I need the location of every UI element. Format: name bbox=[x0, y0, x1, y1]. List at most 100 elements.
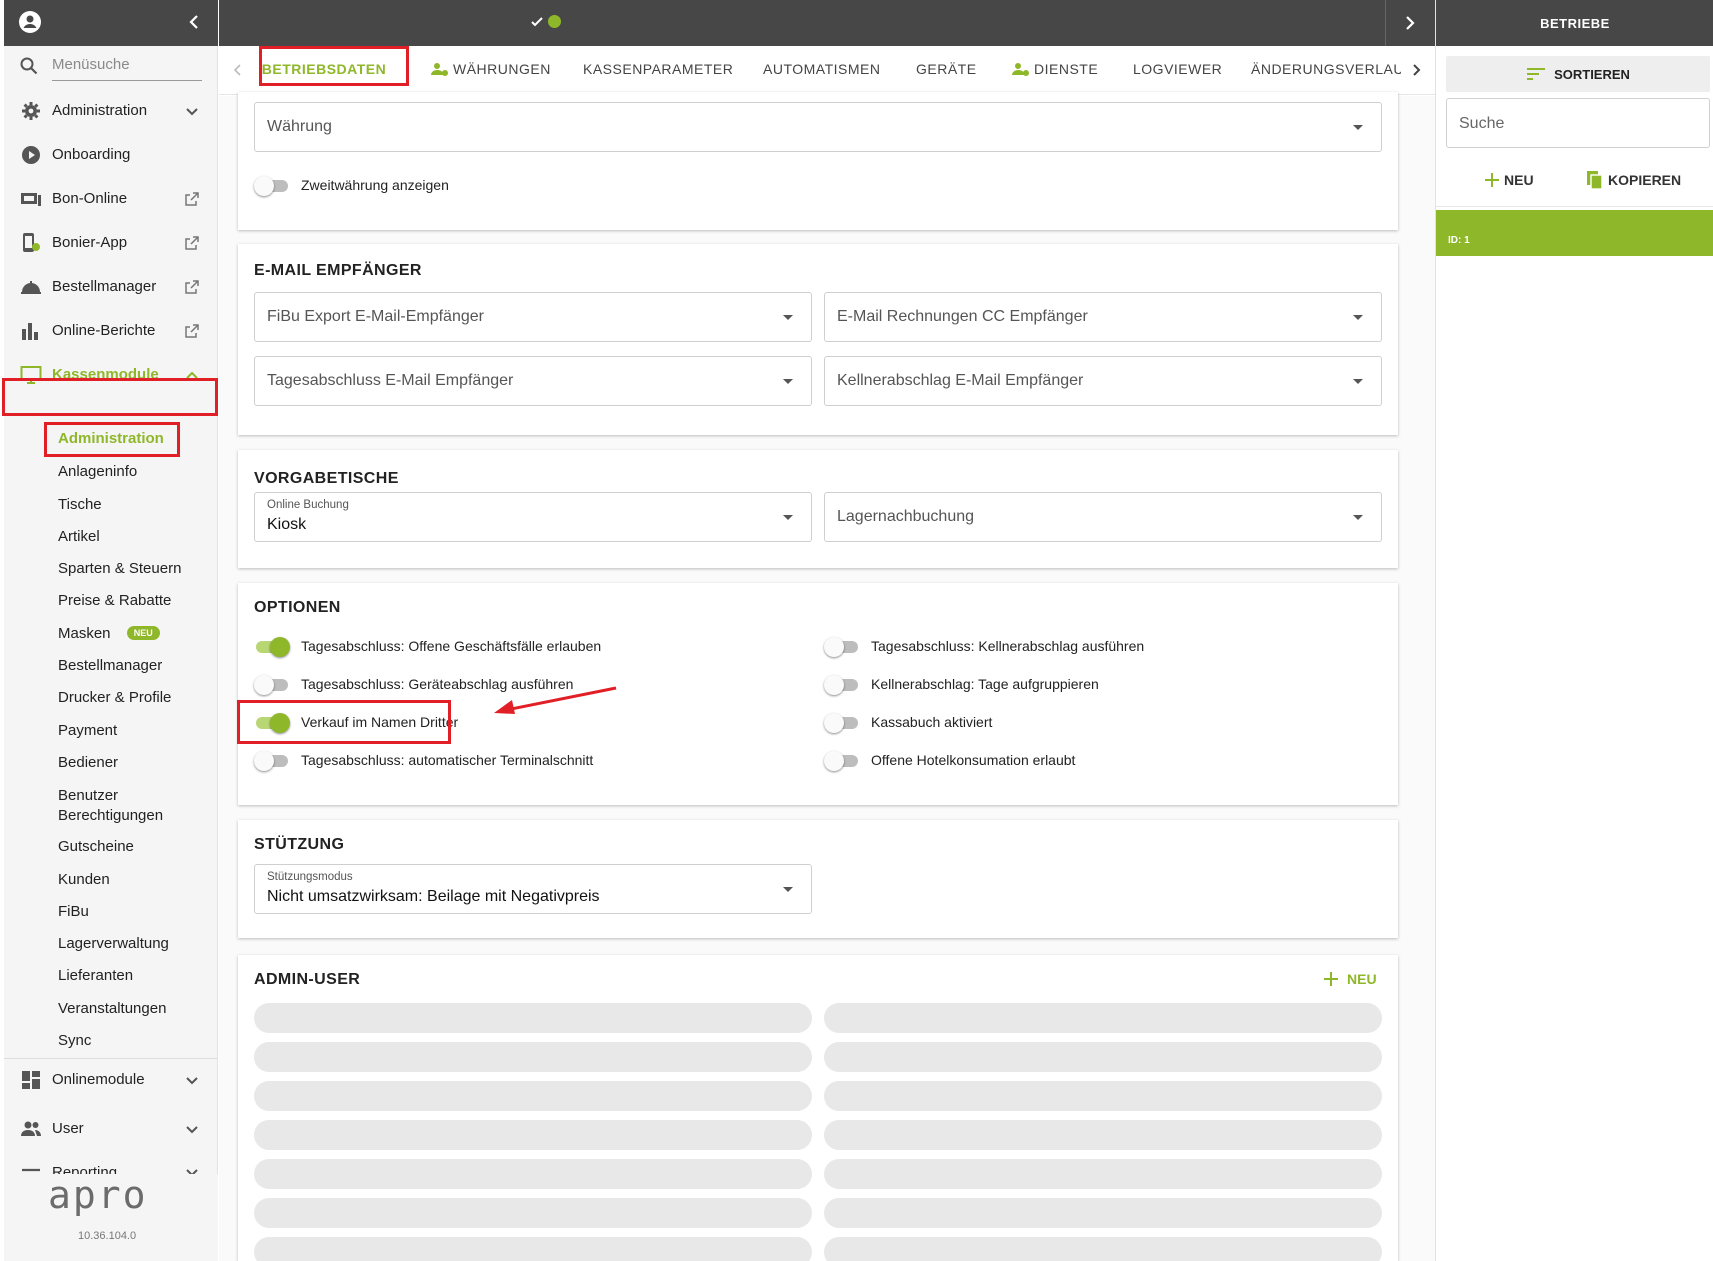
skeleton-row bbox=[254, 1003, 812, 1033]
skeleton-row bbox=[254, 1159, 812, 1189]
sidebar-item-label: Onlinemodule bbox=[52, 1071, 145, 1088]
toggle-geraeteabschlag[interactable] bbox=[254, 674, 290, 695]
kellnerabschlag-email-select[interactable]: Kellnerabschlag E-Mail Empfänger bbox=[824, 356, 1382, 406]
tabs-scroll-right-icon[interactable] bbox=[1411, 63, 1421, 77]
sidebar-item-bestellmanager[interactable]: Bestellmanager bbox=[4, 265, 218, 309]
tab-waehrungen[interactable]: WÄHRUNGEN bbox=[431, 46, 551, 92]
external-link-icon[interactable] bbox=[184, 323, 200, 339]
divider bbox=[1436, 206, 1713, 207]
skeleton-row bbox=[824, 1081, 1382, 1111]
receipt-icon bbox=[21, 193, 41, 206]
chevron-right-icon[interactable] bbox=[1404, 15, 1416, 31]
skeleton-row bbox=[824, 1159, 1382, 1189]
subitem-sync[interactable]: Sync bbox=[58, 1032, 91, 1049]
subitem-kunden[interactable]: Kunden bbox=[58, 871, 110, 888]
sort-label: SORTIEREN bbox=[1554, 66, 1630, 82]
field-label: Lagernachbuchung bbox=[837, 508, 975, 525]
menu-search-input[interactable]: Menüsuche bbox=[52, 56, 130, 73]
sidebar-item-online-berichte[interactable]: Online-Berichte bbox=[4, 309, 218, 353]
toggle-offene-geschaeftsfaelle[interactable] bbox=[254, 636, 290, 657]
collapse-sidebar-icon[interactable] bbox=[188, 14, 200, 30]
toggle-kassabuch[interactable] bbox=[824, 712, 860, 733]
cc-email-select[interactable]: E-Mail Rechnungen CC Empfänger bbox=[824, 292, 1382, 342]
sidebar-item-label: User bbox=[52, 1120, 84, 1137]
subitem-payment[interactable]: Payment bbox=[58, 722, 117, 739]
subitem-drucker-profile[interactable]: Drucker & Profile bbox=[58, 689, 171, 706]
copy-company-button[interactable]: KOPIEREN bbox=[1586, 170, 1681, 190]
company-search-input[interactable]: Suche bbox=[1446, 98, 1710, 148]
chevron-down-icon bbox=[186, 108, 198, 116]
check-icon bbox=[531, 17, 543, 27]
tagesabschluss-email-select[interactable]: Tagesabschluss E-Mail Empfänger bbox=[254, 356, 812, 406]
external-link-icon[interactable] bbox=[184, 279, 200, 295]
toggle-hotelkonsumation[interactable] bbox=[824, 750, 860, 771]
tab-kassenparameter[interactable]: KASSENPARAMETER bbox=[583, 46, 733, 92]
new-company-button[interactable]: NEU bbox=[1484, 172, 1534, 188]
lagernachbuchung-select[interactable]: Lagernachbuchung bbox=[824, 492, 1382, 542]
stuetzungsmodus-select[interactable]: Stützungsmodus Nicht umsatzwirksam: Beil… bbox=[254, 864, 812, 914]
copy-icon bbox=[1587, 171, 1603, 190]
tab-automatismen[interactable]: AUTOMATISMEN bbox=[763, 46, 881, 92]
subitem-fibu[interactable]: FiBu bbox=[58, 903, 89, 920]
sidebar-item-administration[interactable]: Administration bbox=[4, 89, 218, 133]
card-stuetzung: STÜTZUNG Stützungsmodus Nicht umsatzwirk… bbox=[238, 820, 1398, 938]
toggle-kellnerabschlag[interactable] bbox=[824, 636, 860, 657]
subitem-anlageninfo[interactable]: Anlageninfo bbox=[58, 463, 137, 480]
dropdown-arrow-icon bbox=[1353, 515, 1363, 520]
toggle-terminalschnitt[interactable] bbox=[254, 750, 290, 771]
online-buchung-select[interactable]: Online Buchung Kiosk bbox=[254, 492, 812, 542]
highlight-verkauf-namen-dritter bbox=[237, 700, 451, 744]
sidebar-item-bonier-app[interactable]: Bonier-App bbox=[4, 221, 218, 265]
company-list-item-selected[interactable]: ID: 1 bbox=[1436, 210, 1713, 256]
subitem-preise-rabatte[interactable]: Preise & Rabatte bbox=[58, 592, 171, 609]
add-admin-user-button[interactable]: NEU bbox=[1323, 971, 1377, 987]
tab-label: WÄHRUNGEN bbox=[453, 61, 551, 77]
card-waehrung: Währung Zweitwährung anzeigen bbox=[238, 92, 1398, 230]
subitem-benutzer-berechtigungen[interactable]: Benutzer Berechtigungen bbox=[58, 786, 188, 826]
highlight-tab-betriebsdaten bbox=[259, 46, 409, 86]
subitem-bestellmanager[interactable]: Bestellmanager bbox=[58, 657, 162, 674]
subitem-veranstaltungen[interactable]: Veranstaltungen bbox=[58, 1000, 166, 1017]
subitem-lagerverwaltung[interactable]: Lagerverwaltung bbox=[58, 935, 169, 952]
sidebar-item-user[interactable]: User bbox=[4, 1107, 218, 1151]
card-vorgabetische: VORGABETISCHE Online Buchung Kiosk Lager… bbox=[238, 450, 1398, 568]
tab-aenderungsverlauf[interactable]: ÄNDERUNGSVERLAUF bbox=[1251, 46, 1401, 92]
skeleton-row bbox=[254, 1198, 812, 1228]
users-icon bbox=[21, 1121, 41, 1136]
sidebar-item-bon-online[interactable]: Bon-Online bbox=[4, 177, 218, 221]
gear-icon bbox=[22, 102, 40, 120]
account-icon[interactable] bbox=[18, 10, 42, 34]
tab-logviewer[interactable]: LOGVIEWER bbox=[1133, 46, 1222, 92]
tab-dienste[interactable]: DIENSTE bbox=[1012, 46, 1098, 92]
sidebar-item-reporting[interactable]: Reporting bbox=[4, 1158, 218, 1174]
toggle-second-currency-label: Zweitwährung anzeigen bbox=[301, 177, 449, 193]
external-link-icon[interactable] bbox=[184, 235, 200, 251]
version-label: 10.36.104.0 bbox=[78, 1230, 137, 1242]
sidebar-item-onlinemodule[interactable]: Onlinemodule bbox=[4, 1058, 218, 1102]
field-floating-label: Stützungsmodus bbox=[267, 871, 353, 883]
new-label: NEU bbox=[1504, 172, 1534, 188]
subitem-gutscheine[interactable]: Gutscheine bbox=[58, 838, 134, 855]
fibu-email-select[interactable]: FiBu Export E-Mail-Empfänger bbox=[254, 292, 812, 342]
toggle-second-currency[interactable] bbox=[254, 175, 290, 196]
card-title: VORGABETISCHE bbox=[254, 470, 399, 487]
toggle-tage-aufgruppieren[interactable] bbox=[824, 674, 860, 695]
subitem-sparten-steuern[interactable]: Sparten & Steuern bbox=[58, 560, 181, 577]
users-gear-icon bbox=[1012, 63, 1029, 76]
subitem-lieferanten[interactable]: Lieferanten bbox=[58, 967, 133, 984]
menu-search[interactable]: Menüsuche bbox=[20, 54, 210, 82]
copy-label: KOPIEREN bbox=[1608, 172, 1682, 188]
external-link-icon[interactable] bbox=[184, 191, 200, 207]
subitem-masken[interactable]: Masken NEU bbox=[58, 625, 160, 642]
tab-geraete[interactable]: GERÄTE bbox=[916, 46, 977, 92]
currency-select[interactable]: Währung bbox=[254, 102, 1382, 152]
tabs-scroll-left-icon[interactable] bbox=[233, 63, 243, 77]
sort-button[interactable]: SORTIEREN bbox=[1446, 56, 1710, 92]
subitem-artikel[interactable]: Artikel bbox=[58, 528, 100, 545]
subitem-bediener[interactable]: Bediener bbox=[58, 754, 118, 771]
subitem-tische[interactable]: Tische bbox=[58, 496, 102, 513]
sidebar-item-onboarding[interactable]: Onboarding bbox=[4, 133, 218, 177]
card-title: E-MAIL EMPFÄNGER bbox=[254, 262, 422, 279]
option-label: Tagesabschluss: Kellnerabschlag ausführe… bbox=[871, 638, 1145, 654]
top-bar bbox=[219, 0, 1435, 46]
